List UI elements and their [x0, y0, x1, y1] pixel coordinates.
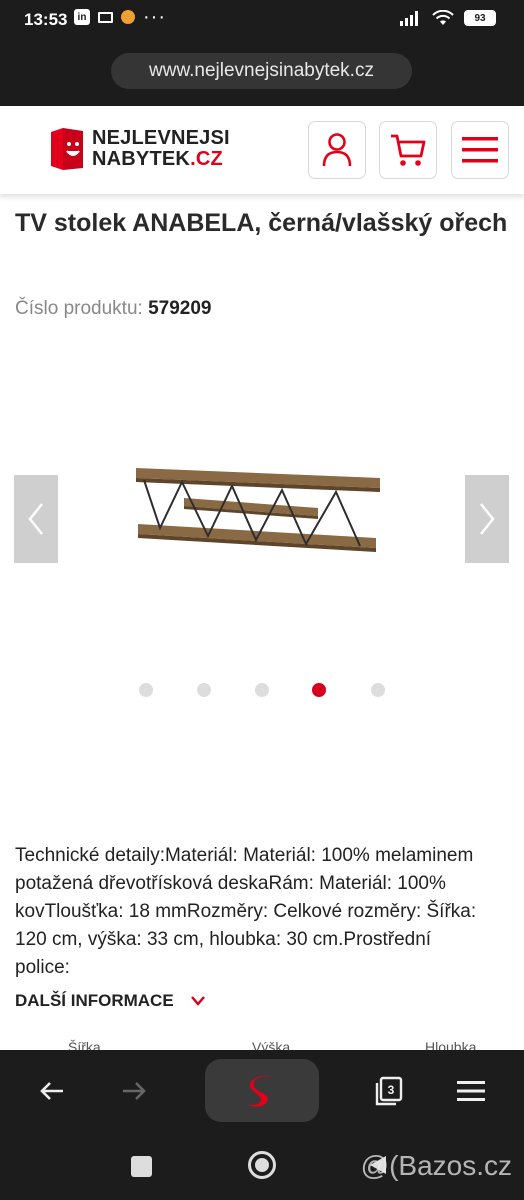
- system-recents-button[interactable]: [131, 1156, 152, 1177]
- battery-icon: 93: [464, 10, 496, 26]
- url-bar[interactable]: www.nejlevnejsinabytek.cz: [111, 53, 412, 89]
- forward-arrow-icon: [123, 1082, 146, 1100]
- seznam-s-icon: [248, 1075, 272, 1107]
- carousel-dot[interactable]: [197, 683, 211, 697]
- status-bar: 13:53 in ··· 93: [0, 0, 524, 40]
- linkedin-icon: in: [74, 9, 90, 25]
- forward-button[interactable]: [118, 1075, 150, 1107]
- menu-icon: [462, 137, 498, 163]
- wifi-icon: [432, 10, 454, 25]
- browser-menu-button[interactable]: [454, 1075, 488, 1107]
- product-image-carousel[interactable]: [0, 400, 524, 640]
- logo-mascot-icon: [48, 126, 86, 172]
- logo-line2-prefix: NABYTEK: [92, 148, 191, 170]
- logo-text: NEJLEVNEJSI NABYTEK.CZ: [92, 128, 230, 170]
- more-notifications-icon: ···: [143, 6, 166, 28]
- product-image[interactable]: [130, 460, 390, 580]
- more-info-toggle[interactable]: DALŠÍ INFORMACE: [15, 991, 206, 1011]
- system-home-button[interactable]: [248, 1151, 276, 1179]
- signal-icon: [400, 11, 418, 26]
- tabs-icon: 3: [375, 1076, 403, 1106]
- hamburger-icon: [457, 1081, 485, 1101]
- watermark: @(Bazos.cz: [360, 1150, 512, 1181]
- carousel-dot[interactable]: [139, 683, 153, 697]
- notification-icons: in ···: [74, 6, 166, 28]
- logo-line1: NEJLEVNEJSI: [92, 127, 230, 149]
- chevron-left-icon: [28, 503, 43, 535]
- carousel-dot[interactable]: [371, 683, 385, 697]
- account-button[interactable]: [308, 121, 366, 179]
- carousel-dot[interactable]: [255, 683, 269, 697]
- user-icon: [322, 133, 352, 167]
- tab-count: 3: [388, 1083, 395, 1097]
- dim-width-label: Šířka: [68, 1039, 101, 1050]
- status-time: 13:53: [24, 10, 68, 29]
- dim-depth-label: Hloubka: [425, 1039, 477, 1050]
- cart-button[interactable]: [379, 121, 437, 179]
- system-icons: 93: [400, 10, 496, 26]
- back-arrow-icon: [40, 1082, 63, 1100]
- app-notification-icon: [121, 10, 135, 24]
- product-number: Číslo produktu: 579209: [15, 298, 211, 320]
- more-info-label: DALŠÍ INFORMACE: [15, 991, 174, 1010]
- product-number-value: 579209: [148, 298, 212, 319]
- carousel-dot-active[interactable]: [312, 683, 326, 697]
- seznam-home-button[interactable]: [205, 1059, 319, 1122]
- cart-icon: [391, 134, 426, 166]
- product-number-label: Číslo produktu:: [15, 298, 143, 319]
- carousel-prev-button[interactable]: [14, 475, 58, 563]
- product-title: TV stolek ANABELA, černá/vlašský ořech: [15, 209, 508, 237]
- carousel-next-button[interactable]: [465, 475, 509, 563]
- carousel-indicators: [0, 683, 524, 699]
- site-logo[interactable]: NEJLEVNEJSI NABYTEK.CZ: [48, 126, 230, 172]
- dimension-icons-row: Šířka Výška Hloubka: [0, 1036, 524, 1050]
- site-header: NEJLEVNEJSI NABYTEK.CZ: [0, 106, 524, 194]
- chevron-right-icon: [480, 503, 495, 535]
- chevron-down-icon: [190, 996, 205, 1006]
- dim-height-label: Výška: [252, 1039, 291, 1050]
- browser-url-area: www.nejlevnejsinabytek.cz: [0, 40, 524, 106]
- logo-line2-suffix: .CZ: [190, 148, 223, 170]
- menu-button[interactable]: [451, 121, 509, 179]
- tabs-button[interactable]: 3: [372, 1074, 406, 1108]
- back-button[interactable]: [36, 1075, 68, 1107]
- mail-icon: [98, 11, 113, 23]
- logo-line2: NABYTEK.CZ: [92, 149, 230, 170]
- product-description: Technické detaily:Materiál: Materiál: 10…: [15, 845, 477, 978]
